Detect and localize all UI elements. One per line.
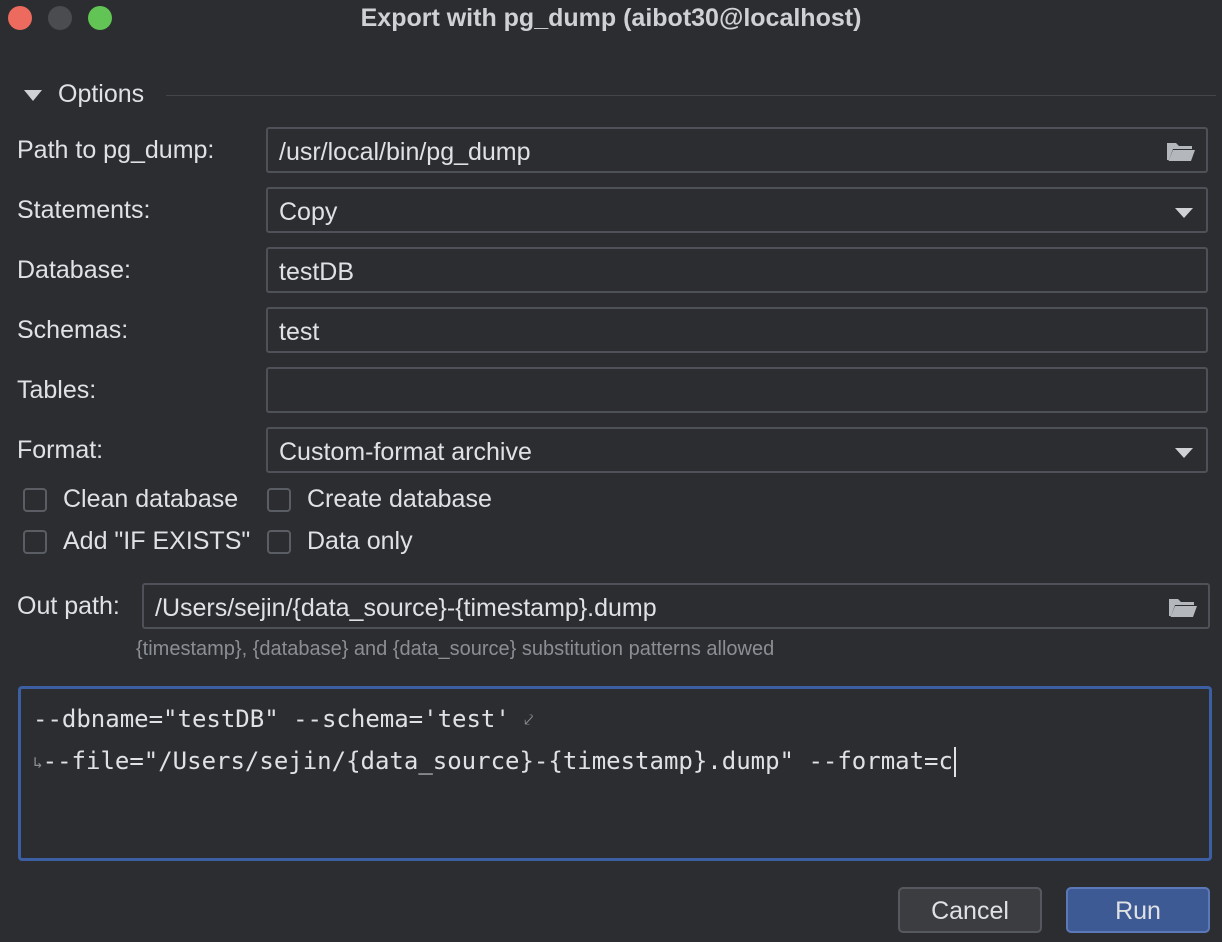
database-input[interactable]: testDB: [266, 247, 1208, 293]
path-to-pg-dump-label: Path to pg_dump:: [17, 136, 215, 164]
soft-wrap-start-icon: ↳: [33, 752, 43, 772]
out-path-hint: {timestamp}, {database} and {data_source…: [136, 638, 775, 660]
schemas-input[interactable]: test: [266, 307, 1208, 353]
chevron-down-icon: [1175, 448, 1193, 458]
clean-database-label[interactable]: Clean database: [63, 485, 238, 514]
export-dialog: Export with pg_dump (aibot30@localhost) …: [0, 0, 1222, 942]
path-to-pg-dump-field[interactable]: /usr/local/bin/pg_dump: [266, 127, 1208, 173]
run-button[interactable]: Run: [1066, 887, 1210, 933]
schemas-label: Schemas:: [17, 316, 129, 344]
add-if-exists-label[interactable]: Add "IF EXISTS": [63, 527, 250, 556]
database-value: testDB: [279, 258, 355, 286]
format-label: Format:: [17, 436, 104, 464]
folder-icon[interactable]: [1166, 140, 1196, 162]
chevron-down-icon: [1175, 208, 1193, 218]
command-line-1: --dbname="testDB" --schema='test' ⤦: [33, 705, 533, 733]
add-if-exists-box[interactable]: [23, 530, 47, 554]
section-divider: [166, 95, 1216, 96]
title-bar: Export with pg_dump (aibot30@localhost): [0, 0, 1222, 38]
cancel-button[interactable]: Cancel: [898, 887, 1042, 933]
command-line-2: ↳--file="/Users/sejin/{data_source}-{tim…: [33, 747, 956, 777]
data-only-label[interactable]: Data only: [307, 527, 413, 556]
statements-value: Copy: [279, 198, 338, 226]
data-only-box[interactable]: [267, 530, 291, 554]
options-section-title[interactable]: Options: [58, 80, 144, 109]
soft-wrap-end-icon: ⤦: [524, 710, 534, 729]
format-select[interactable]: Custom-format archive: [266, 427, 1208, 473]
command-line-1-text: --dbname="testDB" --schema='test': [33, 705, 525, 733]
create-database-label[interactable]: Create database: [307, 485, 492, 514]
text-caret: [953, 747, 956, 777]
command-line-textarea[interactable]: --dbname="testDB" --schema='test' ⤦ ↳--f…: [18, 686, 1212, 861]
out-path-value: /Users/sejin/{data_source}-{timestamp}.d…: [155, 594, 657, 622]
statements-select[interactable]: Copy: [266, 187, 1208, 233]
database-label: Database:: [17, 256, 131, 284]
schemas-value: test: [279, 318, 320, 346]
folder-icon[interactable]: [1168, 596, 1198, 618]
create-database-box[interactable]: [267, 488, 291, 512]
collapse-options-icon[interactable]: [24, 90, 42, 101]
path-to-pg-dump-value: /usr/local/bin/pg_dump: [279, 138, 531, 166]
statements-label: Statements:: [17, 196, 151, 224]
out-path-field[interactable]: /Users/sejin/{data_source}-{timestamp}.d…: [142, 583, 1210, 629]
clean-database-box[interactable]: [23, 488, 47, 512]
command-line-2-text: --file="/Users/sejin/{data_source}-{time…: [42, 747, 953, 775]
tables-label: Tables:: [17, 376, 97, 404]
out-path-label: Out path:: [17, 592, 120, 620]
window-title: Export with pg_dump (aibot30@localhost): [360, 4, 862, 32]
tables-input[interactable]: [266, 367, 1208, 413]
format-value: Custom-format archive: [279, 438, 532, 466]
